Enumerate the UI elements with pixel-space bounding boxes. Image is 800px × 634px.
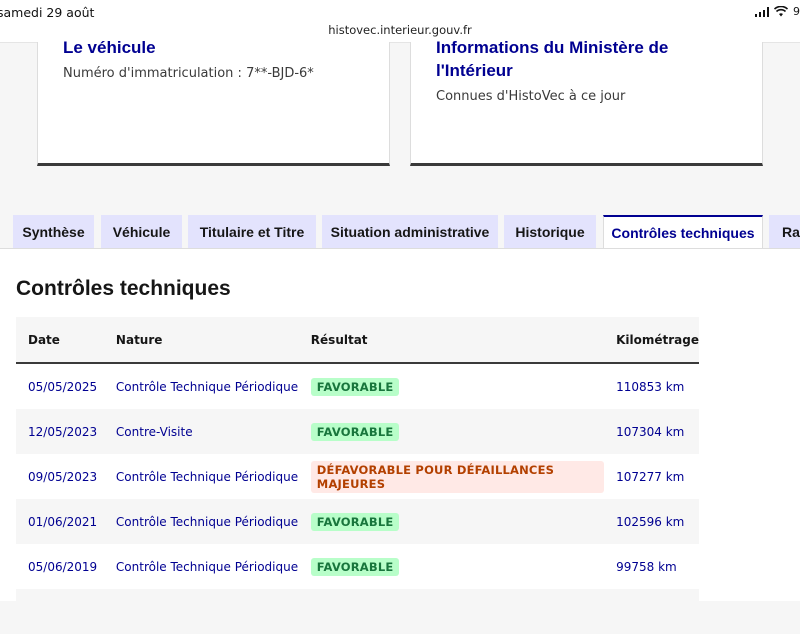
wifi-icon <box>774 6 788 17</box>
table-row: 05/05/2025 Contrôle Technique Périodique… <box>16 363 699 409</box>
header-km: Kilométrage <box>604 317 699 363</box>
row-result: FAVORABLE <box>299 409 604 454</box>
tab-bar: Synthèse Véhicule Titulaire et Titre Sit… <box>13 215 800 249</box>
row-km: 110853 km <box>604 363 699 409</box>
vehicle-card: Le véhicule Numéro d'immatriculation : 7… <box>37 42 390 166</box>
signal-icon <box>755 7 770 17</box>
tab-vehicule[interactable]: Véhicule <box>101 215 182 249</box>
table-row: 01/06/2021 Contrôle Technique Périodique… <box>16 499 699 544</box>
row-km: 107277 km <box>604 454 699 499</box>
ministry-card-title: Informations du Ministère de l'Intérieur <box>436 36 668 82</box>
row-nature: Contre-Visite <box>104 409 299 454</box>
header-result: Résultat <box>299 317 604 363</box>
controles-table: Date Nature Résultat Kilométrage 05/05/2… <box>16 317 699 634</box>
tab-controles-techniques[interactable]: Contrôles techniques <box>603 215 763 249</box>
status-icons: 9 <box>755 5 800 18</box>
row-nature: Contrôle Technique Périodique <box>104 454 299 499</box>
registration-number: Numéro d'immatriculation : 7**-BJD-6* <box>63 66 314 81</box>
ministry-card: Informations du Ministère de l'Intérieur… <box>410 42 763 166</box>
status-badge: FAVORABLE <box>311 378 400 396</box>
tab-synthese[interactable]: Synthèse <box>13 215 94 249</box>
row-date: 05/05/2025 <box>16 363 104 409</box>
row-date: 05/06/2019 <box>16 544 104 589</box>
vehicle-card-title: Le véhicule <box>63 36 156 59</box>
tab-situation-administrative[interactable]: Situation administrative <box>322 215 498 249</box>
row-result: DÉFAVORABLE POUR DÉFAILLANCES MAJEURES <box>299 454 604 499</box>
table-row: 09/05/2023 Contrôle Technique Périodique… <box>16 454 699 499</box>
table-header-row: Date Nature Résultat Kilométrage <box>16 317 699 363</box>
row-nature: Contrôle Technique Périodique <box>104 363 299 409</box>
table-row: 12/05/2023 Contre-Visite FAVORABLE 10730… <box>16 409 699 454</box>
row-date: 12/05/2023 <box>16 409 104 454</box>
tab-historique[interactable]: Historique <box>504 215 596 249</box>
row-nature: Contrôle Technique Périodique <box>104 544 299 589</box>
row-result: FAVORABLE <box>299 499 604 544</box>
status-badge: DÉFAVORABLE POUR DÉFAILLANCES MAJEURES <box>311 461 604 493</box>
header-date: Date <box>16 317 104 363</box>
header-nature: Nature <box>104 317 299 363</box>
row-date: 01/06/2021 <box>16 499 104 544</box>
tab-panel: Contrôles techniques Date Nature Résulta… <box>0 248 800 601</box>
row-km: 107304 km <box>604 409 699 454</box>
table-row: 05/06/2019 Contrôle Technique Périodique… <box>16 544 699 589</box>
row-date: 09/05/2023 <box>16 454 104 499</box>
row-result: FAVORABLE <box>299 363 604 409</box>
section-title: Contrôles techniques <box>16 277 231 301</box>
status-badge: FAVORABLE <box>311 558 400 576</box>
row-km: 99758 km <box>604 544 699 589</box>
status-badge: FAVORABLE <box>311 423 400 441</box>
status-badge: FAVORABLE <box>311 513 400 531</box>
row-km: 102596 km <box>604 499 699 544</box>
status-time: samedi 29 août <box>0 5 94 20</box>
ministry-card-text: Connues d'HistoVec à ce jour <box>436 89 625 104</box>
url-bar[interactable]: histovec.interieur.gouv.fr <box>0 23 800 37</box>
table-row-partial <box>16 589 699 634</box>
row-result: FAVORABLE <box>299 544 604 589</box>
tab-titulaire[interactable]: Titulaire et Titre <box>188 215 316 249</box>
tab-rapport[interactable]: Rap <box>769 215 800 249</box>
row-nature: Contrôle Technique Périodique <box>104 499 299 544</box>
battery-percent: 9 <box>793 5 800 18</box>
